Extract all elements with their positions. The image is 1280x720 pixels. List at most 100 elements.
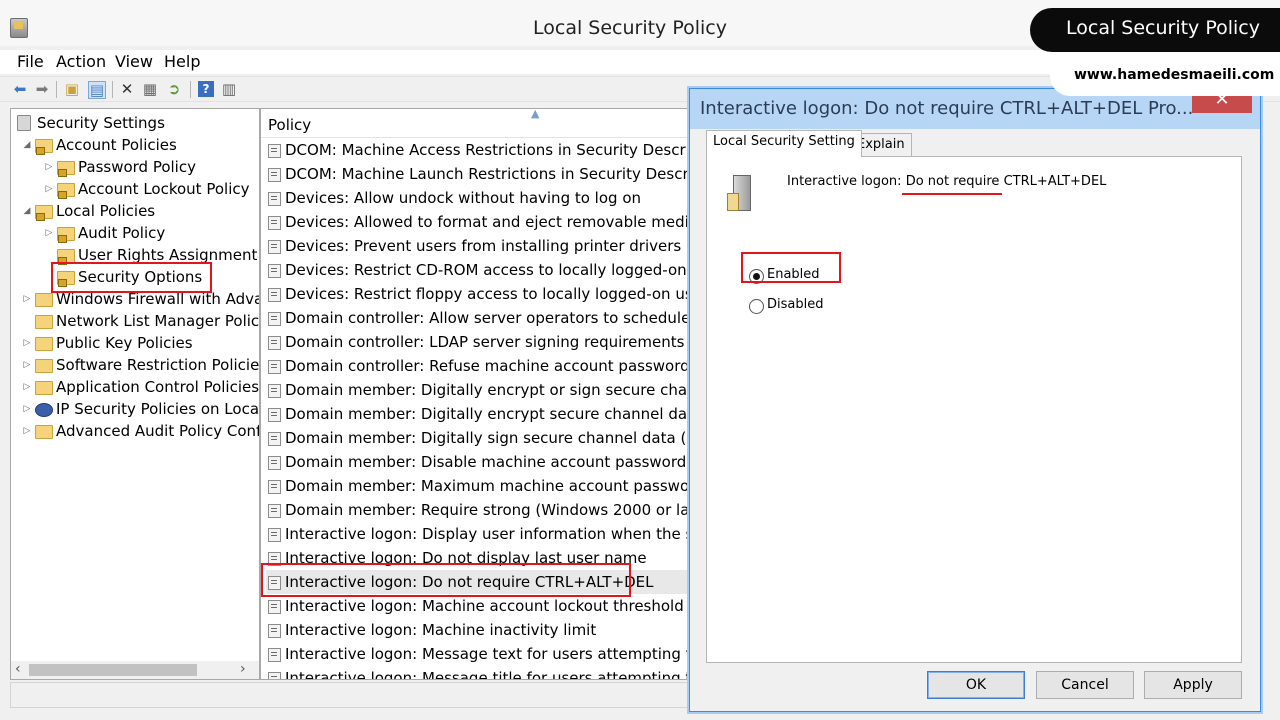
policy-row-label: Domain member: Digitally encrypt secure … xyxy=(285,405,702,423)
policy-row[interactable]: Interactive logon: Do not display last u… xyxy=(266,546,701,570)
collapsed-arrow-icon[interactable]: ▷ xyxy=(43,222,55,244)
scroll-right-icon[interactable]: › xyxy=(240,661,246,677)
dialog-title: Interactive logon: Do not require CTRL+A… xyxy=(700,98,1194,119)
policy-row-label: Interactive logon: Message text for user… xyxy=(285,645,702,663)
policy-properties-dialog: Interactive logon: Do not require CTRL+A… xyxy=(689,88,1261,712)
policy-row-label: Interactive logon: Message title for use… xyxy=(285,669,702,680)
policy-setting-icon xyxy=(268,432,281,446)
policy-row[interactable]: Interactive logon: Do not require CTRL+A… xyxy=(266,570,701,594)
status-bar xyxy=(10,682,702,708)
expanded-arrow-icon[interactable]: ◢ xyxy=(21,134,33,156)
policy-row[interactable]: DCOM: Machine Launch Restrictions in Sec… xyxy=(266,162,701,186)
folder-lock-icon xyxy=(57,271,75,287)
show-hide-tree-icon[interactable]: ▤ xyxy=(88,81,106,99)
policy-setting-icon xyxy=(268,600,281,614)
policy-row-label: Domain controller: Refuse machine accoun… xyxy=(285,357,701,375)
policy-setting-icon xyxy=(268,528,281,542)
help-icon[interactable]: ? xyxy=(198,81,214,97)
back-icon[interactable]: ⬅ xyxy=(12,81,28,97)
policy-row-label: Domain member: Maximum machine account p… xyxy=(285,477,702,495)
policy-row-label: Domain controller: Allow server operator… xyxy=(285,309,702,327)
delete-icon[interactable]: ✕ xyxy=(119,81,135,97)
folder-icon xyxy=(35,359,53,373)
policy-setting-icon xyxy=(268,504,281,518)
menu-help[interactable]: Help xyxy=(164,52,200,71)
up-folder-icon[interactable]: ▣ xyxy=(64,81,80,97)
policy-row[interactable]: Domain controller: LDAP server signing r… xyxy=(266,330,701,354)
policy-row[interactable]: Devices: Allowed to format and eject rem… xyxy=(266,210,701,234)
collapsed-arrow-icon[interactable]: ▷ xyxy=(21,288,33,310)
column-header-policy[interactable]: Policy ▲ xyxy=(261,109,701,138)
toolbar-separator xyxy=(190,81,191,98)
policy-row[interactable]: Domain member: Disable machine account p… xyxy=(266,450,701,474)
policy-setting-icon xyxy=(268,168,281,182)
policy-row[interactable]: Interactive logon: Machine inactivity li… xyxy=(266,618,701,642)
policy-row[interactable]: Devices: Restrict CD-ROM access to local… xyxy=(266,258,701,282)
policy-list: Policy ▲ DCOM: Machine Access Restrictio… xyxy=(260,108,702,680)
ok-button[interactable]: OK xyxy=(927,671,1025,699)
policy-row[interactable]: Domain controller: Refuse machine accoun… xyxy=(266,354,701,378)
policy-setting-icon xyxy=(268,336,281,350)
policy-setting-icon xyxy=(268,648,281,662)
forward-icon[interactable]: ➡ xyxy=(34,81,50,97)
disabled-radio[interactable] xyxy=(749,299,764,314)
policy-row[interactable]: Domain member: Digitally encrypt or sign… xyxy=(266,378,701,402)
policy-setting-icon xyxy=(268,672,281,679)
policy-setting-icon xyxy=(268,144,281,158)
policy-row[interactable]: Devices: Prevent users from installing p… xyxy=(266,234,701,258)
policy-row[interactable]: Interactive logon: Message text for user… xyxy=(266,642,701,666)
policy-row-label: Domain controller: LDAP server signing r… xyxy=(285,333,685,351)
scroll-left-icon[interactable]: ‹ xyxy=(15,661,21,677)
collapsed-arrow-icon[interactable]: ▷ xyxy=(21,420,33,442)
policy-row[interactable]: Domain member: Digitally sign secure cha… xyxy=(266,426,701,450)
console-icon[interactable]: ▥ xyxy=(221,81,237,97)
policy-row-label: Interactive logon: Do not require CTRL+A… xyxy=(285,573,654,591)
export-list-icon[interactable]: ➲ xyxy=(166,81,182,97)
policy-row[interactable]: Domain member: Digitally encrypt secure … xyxy=(266,402,701,426)
enabled-radio[interactable] xyxy=(749,269,764,284)
collapsed-arrow-icon[interactable]: ▷ xyxy=(21,376,33,398)
policy-row[interactable]: Domain controller: Allow server operator… xyxy=(266,306,701,330)
policy-row[interactable]: Devices: Restrict floppy access to local… xyxy=(266,282,701,306)
expanded-arrow-icon[interactable]: ◢ xyxy=(21,200,33,222)
collapsed-arrow-icon[interactable]: ▷ xyxy=(21,398,33,420)
apply-button[interactable]: Apply xyxy=(1144,671,1242,699)
folder-icon xyxy=(35,425,53,439)
menu-view[interactable]: View xyxy=(115,52,153,71)
policy-row[interactable]: DCOM: Machine Access Restrictions in Sec… xyxy=(266,138,701,162)
folder-lock-icon xyxy=(35,205,53,221)
policy-row[interactable]: Devices: Allow undock without having to … xyxy=(266,186,701,210)
properties-icon[interactable]: ▦ xyxy=(142,81,158,97)
policy-row[interactable]: Interactive logon: Message title for use… xyxy=(266,666,702,680)
policy-row[interactable]: Domain member: Require strong (Windows 2… xyxy=(266,498,701,522)
ip-security-icon xyxy=(35,403,53,417)
folder-lock-icon xyxy=(57,227,75,243)
folder-icon xyxy=(35,381,53,395)
policy-row-label: Domain member: Disable machine account p… xyxy=(285,453,702,471)
policy-row[interactable]: Interactive logon: Machine account locko… xyxy=(266,594,701,618)
collapsed-arrow-icon[interactable]: ▷ xyxy=(43,178,55,200)
cancel-button[interactable]: Cancel xyxy=(1036,671,1134,699)
policy-setting-icon xyxy=(268,384,281,398)
policy-setting-icon xyxy=(268,624,281,638)
policy-row[interactable]: Domain member: Maximum machine account p… xyxy=(266,474,701,498)
folder-lock-icon xyxy=(57,249,75,265)
scrollbar-thumb[interactable] xyxy=(29,664,197,676)
collapsed-arrow-icon[interactable]: ▷ xyxy=(21,354,33,376)
tree-horizontal-scrollbar[interactable]: ‹ › xyxy=(11,661,259,679)
policy-row[interactable]: Interactive logon: Display user informat… xyxy=(266,522,701,546)
policy-setting-icon xyxy=(268,360,281,374)
policy-setting-icon xyxy=(268,552,281,566)
collapsed-arrow-icon[interactable]: ▷ xyxy=(21,332,33,354)
policy-row-label: DCOM: Machine Launch Restrictions in Sec… xyxy=(285,165,701,183)
sort-ascending-icon: ▲ xyxy=(531,108,540,120)
policy-row-label: Devices: Restrict CD-ROM access to local… xyxy=(285,261,702,279)
tab-local-security-setting[interactable]: Local Security Setting xyxy=(706,130,862,157)
menu-file[interactable]: File xyxy=(17,52,44,71)
menu-action[interactable]: Action xyxy=(56,52,106,71)
toolbar-separator xyxy=(112,81,113,98)
collapsed-arrow-icon[interactable]: ▷ xyxy=(43,156,55,178)
folder-icon xyxy=(35,293,53,307)
folder-icon xyxy=(35,315,53,329)
policy-row-label: Interactive logon: Display user informat… xyxy=(285,525,701,543)
